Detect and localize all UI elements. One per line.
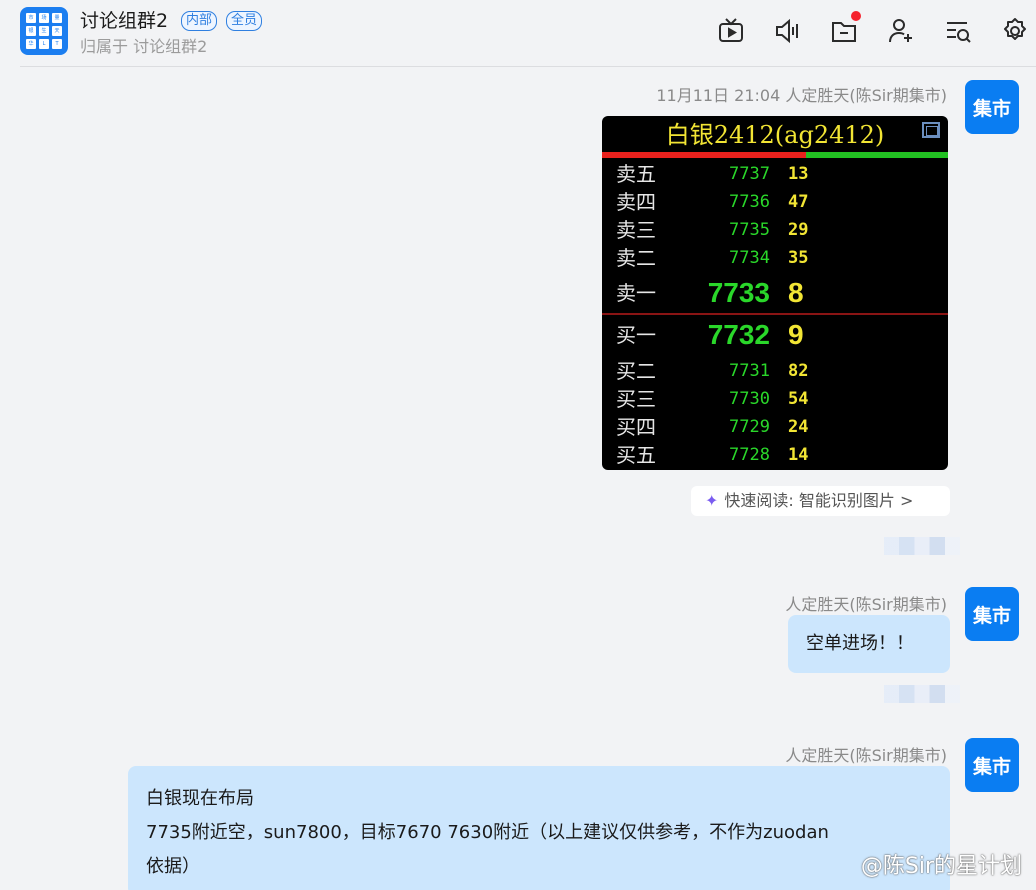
order-book-row: 卖一 7733 8 — [602, 276, 948, 310]
sender-avatar[interactable]: 集市 — [965, 738, 1019, 792]
row-volume: 9 — [788, 319, 804, 350]
live-button[interactable] — [716, 16, 746, 46]
settings-button[interactable] — [1000, 16, 1030, 46]
row-price: 7729 — [729, 417, 770, 437]
avatar-cell: 银 — [26, 26, 36, 36]
speaker-mute-icon — [776, 18, 798, 44]
read-receipt — [884, 537, 960, 555]
watermark: @陈Sir的星计划 — [860, 854, 1022, 879]
row-price: 7730 — [729, 389, 770, 409]
folder-icon — [832, 22, 856, 42]
row-label: 买二 — [616, 359, 656, 383]
read-receipt — [884, 685, 960, 703]
row-label: 买一 — [616, 323, 656, 347]
row-volume: 13 — [788, 164, 809, 184]
window-icon — [922, 122, 940, 138]
row-price: 7737 — [729, 164, 770, 184]
row-label: 卖五 — [616, 162, 656, 186]
all-members-tag: 全员 — [226, 11, 263, 31]
group-title[interactable]: 讨论组群2 — [80, 9, 168, 33]
voice-button[interactable] — [772, 16, 802, 46]
row-price: 7731 — [729, 361, 770, 381]
quick-read-button[interactable]: ✦ 快速阅读: 智能识别图片 > — [691, 486, 950, 516]
quick-read-label: 快速阅读: 智能识别图片 > — [724, 491, 914, 510]
order-book-row: 买五 7728 14 — [602, 441, 948, 469]
row-label: 卖三 — [616, 218, 656, 242]
row-label: 买五 — [616, 443, 656, 467]
quote-title: 白银2412(ag2412) — [665, 121, 885, 149]
row-volume: 47 — [788, 192, 809, 212]
message-line: 依据） — [146, 856, 200, 877]
add-member-button[interactable] — [886, 16, 916, 46]
row-price: 7736 — [729, 192, 770, 212]
sell-strength-bar — [602, 152, 806, 158]
group-subtitle: 归属于 讨论组群2 — [80, 37, 208, 56]
row-volume: 35 — [788, 248, 809, 268]
buy-strength-bar — [806, 152, 948, 158]
avatar-cell: 量 — [52, 13, 62, 23]
order-book-row: 卖三 7735 29 — [602, 216, 948, 244]
order-book-row: 买三 7730 54 — [602, 385, 948, 413]
avatar-cell: L — [39, 39, 49, 49]
row-price: 7735 — [729, 220, 770, 240]
sender-avatar[interactable]: 集市 — [965, 587, 1019, 641]
row-price: 7733 — [707, 277, 770, 308]
order-book-row: 买一 7732 9 — [602, 318, 948, 352]
order-book-row: 卖五 7737 13 — [602, 160, 948, 188]
row-price: 7732 — [707, 319, 770, 350]
message-meta: 人定胜天(陈Sir期集市) — [785, 595, 947, 614]
tv-icon — [719, 18, 743, 42]
message-bubble[interactable]: 白银现在布局 7735附近空，sun7800，目标7670 7630附近（以上建… — [128, 766, 950, 890]
magic-wand-icon: ✦ — [705, 491, 719, 510]
message-line: 白银现在布局 — [146, 788, 254, 809]
avatar-cell: 场 — [39, 13, 49, 23]
row-volume: 82 — [788, 361, 809, 381]
row-label: 卖一 — [616, 281, 656, 305]
folder-button[interactable] — [829, 11, 861, 46]
add-user-icon — [889, 19, 912, 43]
row-volume: 24 — [788, 417, 809, 437]
order-book-row: 买四 7729 24 — [602, 413, 948, 441]
message-meta: 11月11日 21:04 人定胜天(陈Sir期集市) — [656, 86, 947, 105]
row-volume: 14 — [788, 445, 809, 465]
message-line: 7735附近空，sun7800，目标7670 7630附近（以上建议仅供参考，不… — [146, 822, 829, 843]
avatar-cell: 华 — [26, 39, 36, 49]
chat-header: 市 场 量 银 生 天 华 L T 讨论组群2 内部 全员 归属于 讨论组群2 — [0, 0, 1036, 67]
search-list-icon — [947, 22, 971, 43]
row-volume: 54 — [788, 389, 809, 409]
message-meta: 人定胜天(陈Sir期集市) — [785, 746, 947, 765]
quote-screenshot-image[interactable]: 白银2412(ag2412) 卖五 7737 13 卖四 7736 47 卖三 … — [602, 116, 948, 470]
internal-tag: 内部 — [181, 11, 218, 31]
row-label: 卖四 — [616, 190, 656, 214]
avatar-cell: 生 — [39, 26, 49, 36]
avatar-cell: 天 — [52, 26, 62, 36]
search-history-button[interactable] — [943, 16, 973, 46]
book-divider — [602, 313, 948, 315]
row-price: 7728 — [729, 445, 770, 465]
header-divider — [20, 66, 1036, 67]
row-label: 买三 — [616, 387, 656, 411]
order-book-row: 卖四 7736 47 — [602, 188, 948, 216]
order-book-row: 买二 7731 82 — [602, 357, 948, 385]
row-label: 买四 — [616, 415, 656, 439]
row-volume: 29 — [788, 220, 809, 240]
row-volume: 8 — [788, 277, 804, 308]
sender-avatar[interactable]: 集市 — [965, 80, 1019, 134]
avatar-cell: T — [52, 39, 62, 49]
avatar-cell: 市 — [26, 13, 36, 23]
notification-dot — [851, 11, 861, 21]
group-avatar[interactable]: 市 场 量 银 生 天 华 L T — [20, 7, 68, 55]
order-book-row: 卖二 7734 35 — [602, 244, 948, 272]
row-price: 7734 — [729, 248, 770, 268]
message-bubble[interactable]: 空单进场！！ — [788, 615, 950, 673]
gear-icon — [1004, 18, 1026, 40]
row-label: 卖二 — [616, 246, 656, 270]
